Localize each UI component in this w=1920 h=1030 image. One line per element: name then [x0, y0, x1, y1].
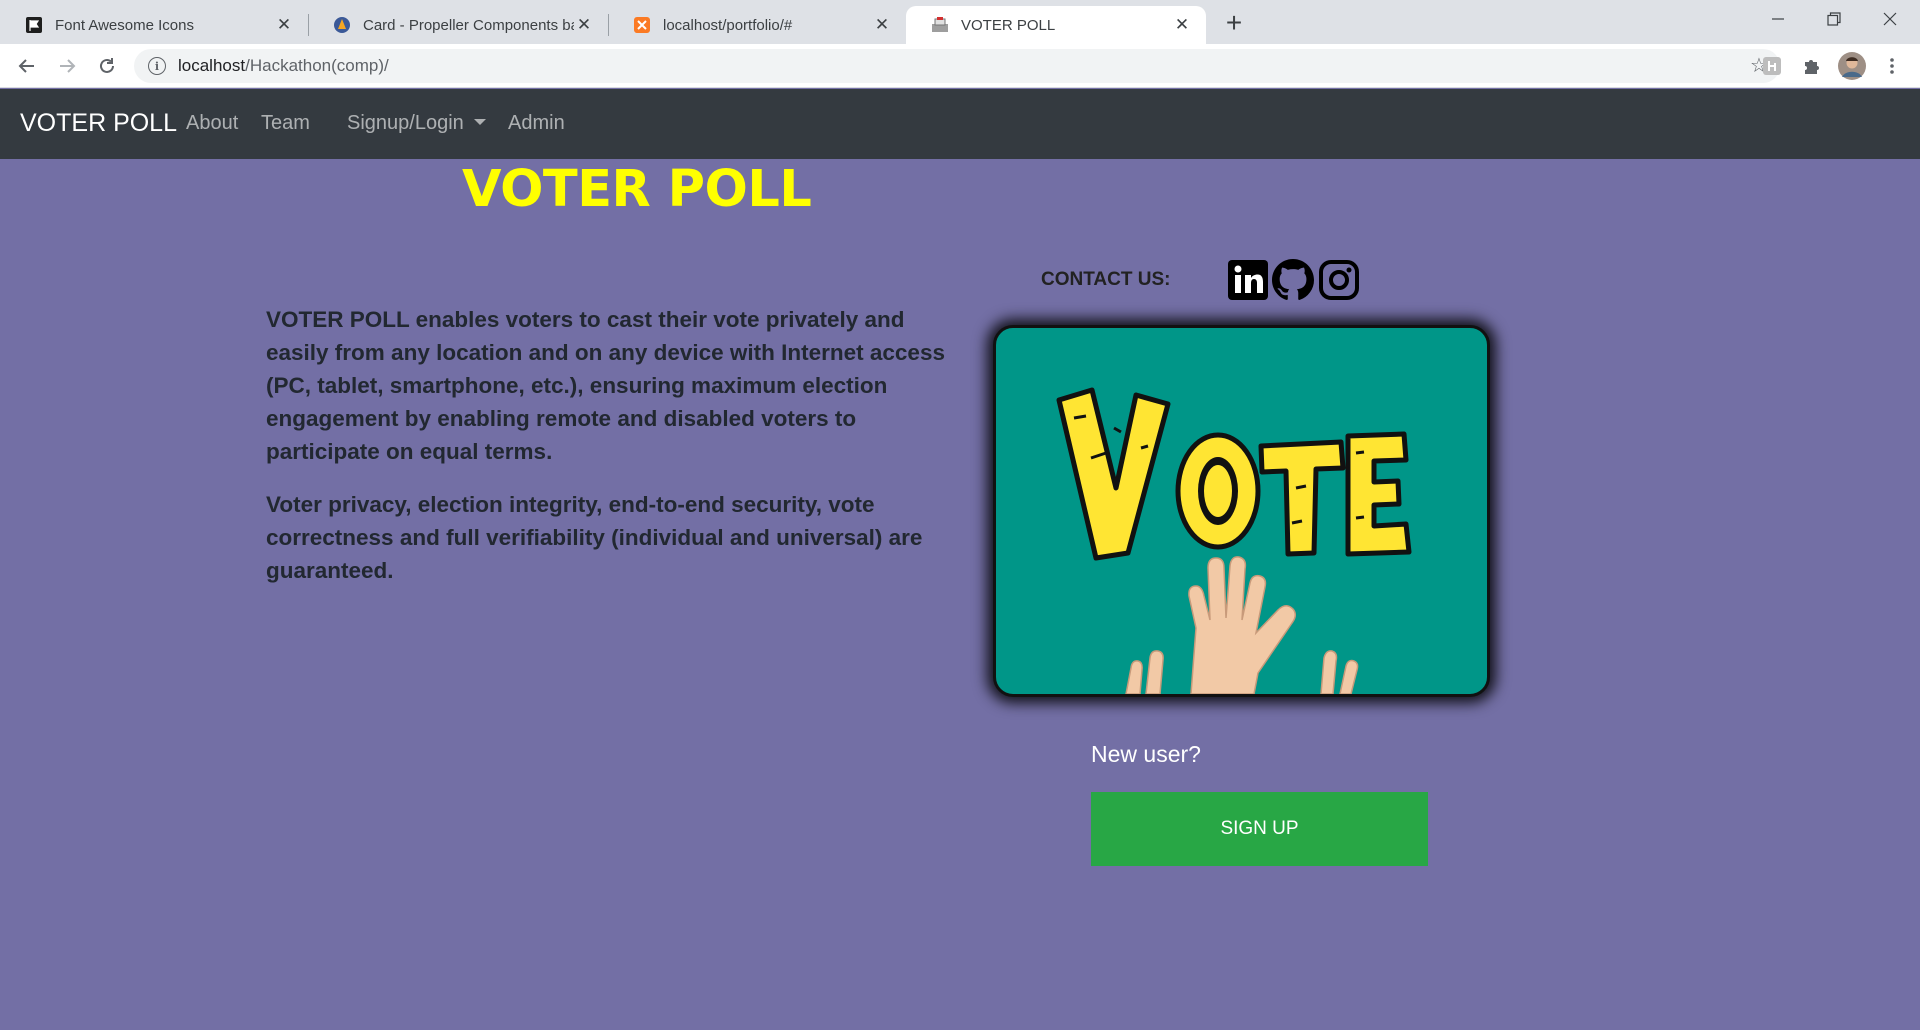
new-tab-button[interactable]: +	[1219, 7, 1249, 38]
address-bar[interactable]: i localhost/Hackathon(comp)/ ☆	[134, 49, 1780, 83]
page-title: VOTER POLL	[462, 160, 812, 219]
nav-signup-login-label: Signup/Login	[347, 112, 464, 134]
arrow-left-icon	[18, 59, 34, 73]
vote-illustration	[1056, 387, 1412, 694]
caret-down-icon	[473, 119, 486, 126]
propeller-icon	[332, 15, 352, 35]
github-icon[interactable]	[1272, 259, 1314, 301]
page-icon	[930, 15, 950, 35]
vote-letter-e	[1345, 431, 1412, 557]
browser-menu-button[interactable]	[1877, 51, 1907, 81]
nav-about[interactable]: About	[186, 112, 238, 135]
reload-icon	[100, 58, 114, 73]
vote-letter-v	[1056, 387, 1171, 561]
contact-label: CONTACT US:	[1041, 269, 1171, 290]
xampp-icon	[632, 15, 652, 35]
url-path: /Hackathon(comp)/	[245, 56, 389, 75]
arrow-right-icon	[60, 59, 76, 73]
close-icon[interactable]: ✕	[574, 15, 594, 35]
navbar-brand[interactable]: VOTER POLL	[20, 109, 177, 138]
description-paragraph: VOTER POLL enables voters to cast their …	[266, 307, 945, 464]
close-icon[interactable]: ✕	[274, 15, 294, 35]
back-button[interactable]	[12, 51, 42, 81]
signup-button[interactable]: SIGN UP	[1091, 792, 1428, 866]
nav-team[interactable]: Team	[261, 112, 310, 135]
browser-tab-font-awesome[interactable]: Font Awesome Icons ✕	[0, 6, 308, 44]
puzzle-icon	[1805, 60, 1819, 74]
browser-tab-strip: Font Awesome Icons ✕ Card - Propeller Co…	[0, 0, 1920, 44]
url-text: localhost/Hackathon(comp)/	[178, 56, 389, 76]
new-user-label: New user?	[1091, 741, 1201, 767]
vote-letter-t	[1258, 439, 1346, 557]
avatar	[1838, 52, 1866, 80]
close-icon[interactable]: ✕	[1172, 15, 1192, 35]
instagram-icon[interactable]	[1318, 259, 1360, 301]
tab-title: Card - Propeller Components bas	[363, 16, 574, 34]
more-vert-icon	[1890, 58, 1894, 74]
browser-tab-propeller[interactable]: Card - Propeller Components bas ✕	[308, 6, 608, 44]
tab-title: VOTER POLL	[961, 16, 1056, 34]
extension-h-icon	[1763, 57, 1781, 75]
description-paragraph: Voter privacy, election integrity, end-t…	[266, 492, 923, 583]
browser-toolbar: i localhost/Hackathon(comp)/ ☆	[0, 44, 1920, 88]
browser-tab-portfolio[interactable]: localhost/portfolio/# ✕	[608, 6, 906, 44]
extension-button[interactable]	[1757, 51, 1787, 81]
restore-button[interactable]	[1806, 0, 1862, 38]
vote-image-card	[993, 325, 1490, 697]
nav-signup-login-dropdown[interactable]: Signup/Login	[347, 112, 486, 135]
tab-title: localhost/portfolio/#	[663, 16, 793, 34]
browser-tab-voter-poll[interactable]: VOTER POLL ✕	[906, 6, 1206, 44]
linkedin-icon[interactable]	[1227, 259, 1269, 301]
tab-title: Font Awesome Icons	[55, 16, 194, 34]
info-icon[interactable]: i	[148, 57, 166, 75]
flag-icon	[24, 15, 44, 35]
vote-letter-o	[1175, 432, 1261, 550]
site-navbar: VOTER POLL About Team Signup/Login Admin	[0, 89, 1920, 159]
forward-button[interactable]	[52, 51, 82, 81]
close-icon[interactable]: ✕	[872, 15, 892, 35]
url-host: localhost	[178, 56, 246, 75]
raised-hands	[1125, 556, 1359, 694]
description: VOTER POLL enables voters to cast their …	[266, 303, 946, 607]
reload-button[interactable]	[92, 51, 122, 81]
minimize-button[interactable]	[1750, 0, 1806, 38]
nav-admin[interactable]: Admin	[508, 112, 565, 135]
extensions-menu-button[interactable]	[1797, 51, 1827, 81]
profile-button[interactable]	[1837, 51, 1867, 81]
close-window-button[interactable]	[1862, 0, 1918, 38]
